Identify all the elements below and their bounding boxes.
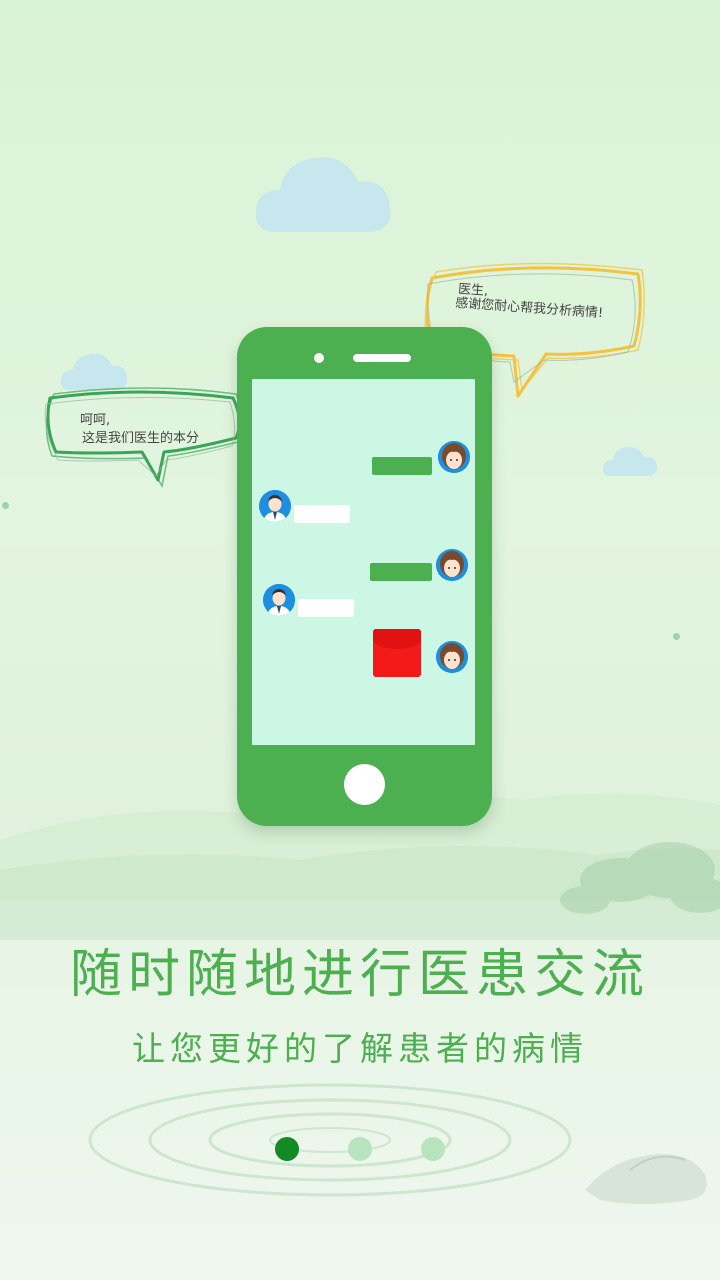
page-dot-2[interactable] bbox=[348, 1137, 372, 1161]
phone-screen bbox=[252, 379, 475, 745]
cloud-icon bbox=[255, 157, 391, 232]
onboarding-headline: 随时随地进行医患交流 bbox=[69, 945, 650, 1005]
decor-dot bbox=[673, 633, 680, 640]
doctor-message bbox=[298, 599, 354, 617]
red-packet-icon bbox=[373, 629, 421, 677]
phone-camera bbox=[314, 353, 324, 363]
doctor-bubble-line1: 呵呵, bbox=[80, 413, 111, 428]
onboarding-subtitle: 让您更好的了解患者的病情 bbox=[132, 1029, 588, 1068]
page-dot-1[interactable] bbox=[275, 1137, 299, 1161]
phone-illustration bbox=[237, 327, 492, 826]
doctor-bubble-line2: 这是我们医生的本分 bbox=[82, 431, 200, 446]
phone-home-button bbox=[344, 764, 385, 805]
doctor-message bbox=[294, 505, 350, 523]
patient-avatar-icon bbox=[438, 441, 470, 473]
patient-message bbox=[372, 457, 432, 475]
page-indicator bbox=[0, 1137, 720, 1161]
page-dot-3[interactable] bbox=[421, 1137, 445, 1161]
doctor-avatar-icon bbox=[263, 584, 295, 616]
decor-dot bbox=[2, 502, 9, 509]
phone-speaker bbox=[353, 354, 411, 362]
patient-message bbox=[370, 563, 432, 581]
patient-avatar-icon bbox=[436, 549, 468, 581]
cloud-icon bbox=[602, 446, 658, 476]
doctor-avatar-icon bbox=[259, 490, 291, 522]
patient-avatar-icon bbox=[436, 641, 468, 673]
